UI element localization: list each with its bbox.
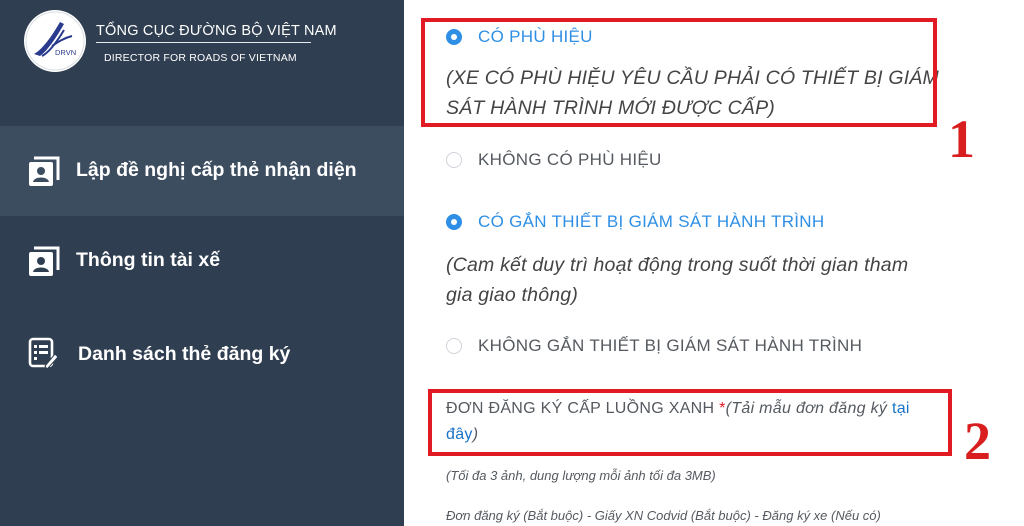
app-window: DRVN TỔNG CỤC ĐƯỜNG BỘ VIỆT NAM DIRECTOR… bbox=[0, 0, 1024, 526]
sidebar-item-label: Thông tin tài xế bbox=[76, 249, 221, 271]
brand-header: DRVN TỔNG CỤC ĐƯỜNG BỘ VIỆT NAM DIRECTOR… bbox=[24, 10, 394, 80]
radio-label: KHÔNG CÓ PHÙ HIỆU bbox=[478, 150, 662, 169]
sidebar-item-driver-info[interactable]: Thông tin tài xế bbox=[0, 216, 404, 306]
annotation-number-1: 1 bbox=[948, 109, 975, 169]
annotation-box-2 bbox=[428, 389, 952, 456]
annotation-box-1 bbox=[421, 18, 937, 127]
radio-unselected-icon bbox=[446, 338, 462, 354]
radio-label: KHÔNG GẮN THIẾT BỊ GIÁM SÁT HÀNH TRÌNH bbox=[478, 336, 863, 355]
sidebar-item-label: Lập đề nghị cấp thẻ nhận diện bbox=[76, 159, 357, 181]
id-card-icon bbox=[27, 154, 61, 188]
upload-limit-note: (Tối đa 3 ảnh, dung lượng mỗi ảnh tối đa… bbox=[446, 468, 716, 483]
radio-label: CÓ GẮN THIẾT BỊ GIÁM SÁT HÀNH TRÌNH bbox=[478, 212, 825, 231]
sidebar: DRVN TỔNG CỤC ĐƯỜNG BỘ VIỆT NAM DIRECTOR… bbox=[0, 0, 404, 526]
id-card-icon bbox=[27, 244, 61, 278]
annotation-number-2: 2 bbox=[964, 411, 991, 471]
sidebar-item-registered-cards[interactable]: Danh sách thẻ đăng ký bbox=[0, 306, 404, 396]
tracker-note: (Cam kết duy trì hoạt động trong suốt th… bbox=[446, 254, 909, 306]
sidebar-item-create-request[interactable]: Lập đề nghị cấp thẻ nhận diện bbox=[0, 126, 404, 216]
list-edit-icon bbox=[27, 336, 61, 370]
radio-selected-icon bbox=[446, 214, 462, 230]
radio-no-tracker[interactable]: KHÔNG GẮN THIẾT BỊ GIÁM SÁT HÀNH TRÌNH bbox=[446, 336, 886, 360]
registration-form: CÓ PHÙ HIỆU (XE CÓ PHÙ HIỆU YÊU CẦU PHẢI… bbox=[404, 0, 1024, 526]
radio-no-badge[interactable]: KHÔNG CÓ PHÙ HIỆU bbox=[446, 150, 706, 174]
drvn-logo: DRVN bbox=[24, 10, 86, 72]
brand-title: TỔNG CỤC ĐƯỜNG BỘ VIỆT NAM bbox=[96, 23, 337, 39]
svg-text:DRVN: DRVN bbox=[55, 48, 76, 57]
sidebar-item-label: Danh sách thẻ đăng ký bbox=[78, 343, 291, 365]
required-documents-note: Đơn đăng ký (Bắt buộc) - Giấy XN Codvid … bbox=[446, 508, 881, 523]
radio-has-tracker[interactable]: CÓ GẮN THIẾT BỊ GIÁM SÁT HÀNH TRÌNH bbox=[446, 212, 866, 236]
brand-subtitle: DIRECTOR FOR ROADS OF VIETNAM bbox=[104, 52, 297, 64]
brand-divider bbox=[96, 42, 311, 43]
radio-unselected-icon bbox=[446, 152, 462, 168]
